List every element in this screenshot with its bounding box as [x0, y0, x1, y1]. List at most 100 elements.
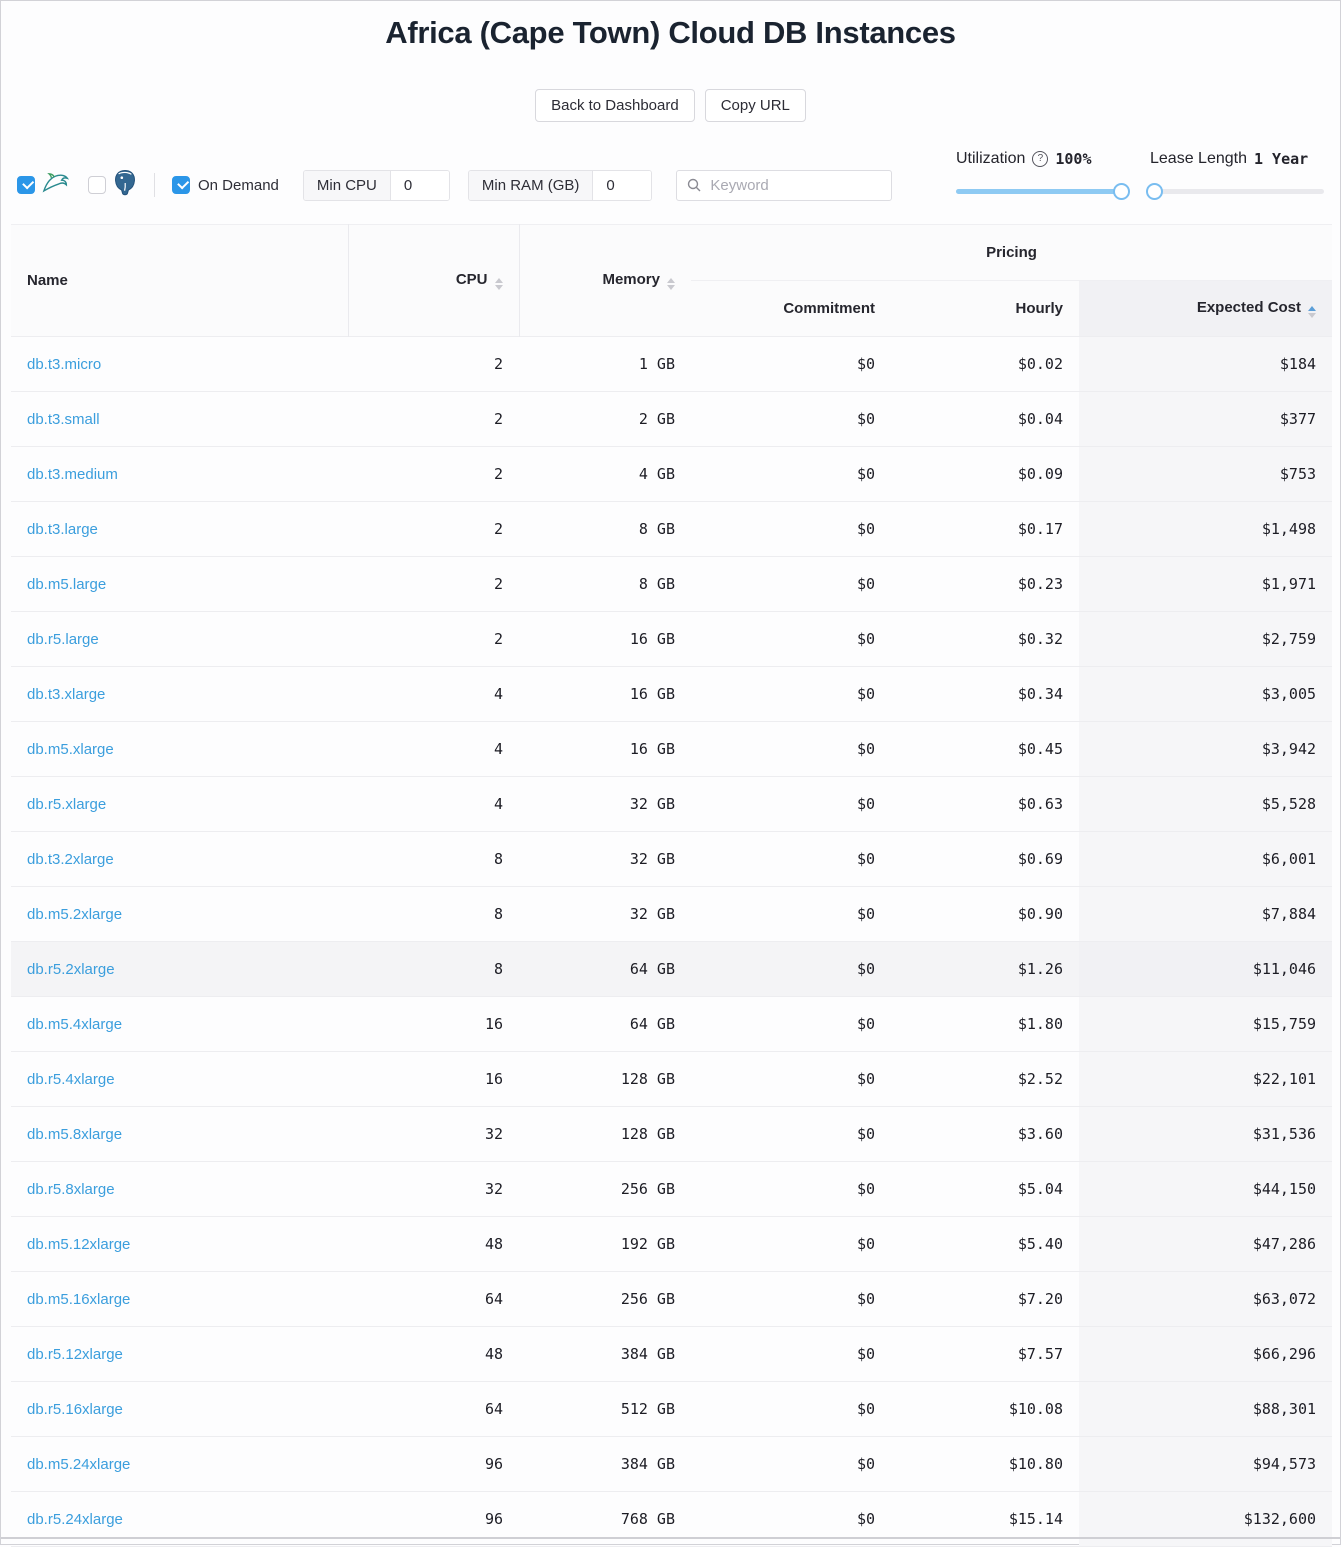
- table-row[interactable]: db.t3.micro 2 1 GB $0 $0.02 $184: [11, 337, 1332, 392]
- table-row[interactable]: db.m5.8xlarge 32 128 GB $0 $3.60 $31,536: [11, 1107, 1332, 1162]
- expected-cost-cell: $94,573: [1079, 1437, 1332, 1492]
- instance-name-link[interactable]: db.r5.large: [11, 612, 348, 667]
- hourly-cell: $0.23: [891, 557, 1079, 612]
- instance-name-link[interactable]: db.t3.2xlarge: [11, 832, 348, 887]
- table-row[interactable]: db.r5.4xlarge 16 128 GB $0 $2.52 $22,101: [11, 1052, 1332, 1107]
- expected-cost-cell: $7,884: [1079, 887, 1332, 942]
- commitment-cell: $0: [691, 722, 891, 777]
- table-row[interactable]: db.t3.medium 2 4 GB $0 $0.09 $753: [11, 447, 1332, 502]
- instance-name-link[interactable]: db.r5.4xlarge: [11, 1052, 348, 1107]
- cpu-cell: 32: [348, 1107, 519, 1162]
- min-cpu-group: Min CPU: [303, 170, 450, 201]
- commitment-cell: $0: [691, 1162, 891, 1217]
- postgresql-checkbox[interactable]: [88, 176, 106, 194]
- column-header-memory[interactable]: Memory: [519, 225, 691, 337]
- column-header-hourly[interactable]: Hourly: [891, 281, 1079, 337]
- hourly-cell: $0.69: [891, 832, 1079, 887]
- instance-name-link[interactable]: db.r5.12xlarge: [11, 1327, 348, 1382]
- table-row[interactable]: db.m5.24xlarge 96 384 GB $0 $10.80 $94,5…: [11, 1437, 1332, 1492]
- instance-name-link[interactable]: db.r5.xlarge: [11, 777, 348, 832]
- cpu-cell: 2: [348, 502, 519, 557]
- sort-icon-cpu[interactable]: [495, 278, 503, 290]
- commitment-cell: $0: [691, 1217, 891, 1272]
- column-header-commitment[interactable]: Commitment: [691, 281, 891, 337]
- top-button-row: Back to Dashboard Copy URL: [1, 89, 1340, 122]
- memory-cell: 64 GB: [519, 997, 691, 1052]
- memory-cell: 8 GB: [519, 502, 691, 557]
- copy-url-button[interactable]: Copy URL: [705, 89, 806, 122]
- instance-name-link[interactable]: db.r5.16xlarge: [11, 1382, 348, 1437]
- keyword-search: [676, 170, 892, 201]
- sort-icon-expected-cost-ascending[interactable]: [1308, 306, 1316, 318]
- instance-name-link[interactable]: db.m5.12xlarge: [11, 1217, 348, 1272]
- commitment-cell: $0: [691, 337, 891, 392]
- memory-cell: 192 GB: [519, 1217, 691, 1272]
- column-header-expected-cost[interactable]: Expected Cost: [1079, 281, 1332, 337]
- keyword-input[interactable]: [708, 176, 881, 195]
- hourly-cell: $7.20: [891, 1272, 1079, 1327]
- table-row[interactable]: db.t3.small 2 2 GB $0 $0.04 $377: [11, 392, 1332, 447]
- table-row[interactable]: db.m5.4xlarge 16 64 GB $0 $1.80 $15,759: [11, 997, 1332, 1052]
- on-demand-label: On Demand: [198, 177, 279, 194]
- instance-name-link[interactable]: db.m5.8xlarge: [11, 1107, 348, 1162]
- instance-name-link[interactable]: db.m5.16xlarge: [11, 1272, 348, 1327]
- hourly-cell: $0.02: [891, 337, 1079, 392]
- expected-cost-cell: $2,759: [1079, 612, 1332, 667]
- instance-name-link[interactable]: db.t3.medium: [11, 447, 348, 502]
- commitment-cell: $0: [691, 1437, 891, 1492]
- on-demand-checkbox[interactable]: [172, 176, 190, 194]
- instance-name-link[interactable]: db.r5.8xlarge: [11, 1162, 348, 1217]
- table-row[interactable]: db.r5.8xlarge 32 256 GB $0 $5.04 $44,150: [11, 1162, 1332, 1217]
- help-icon[interactable]: ?: [1032, 151, 1048, 167]
- table-row[interactable]: db.t3.xlarge 4 16 GB $0 $0.34 $3,005: [11, 667, 1332, 722]
- instance-name-link[interactable]: db.m5.4xlarge: [11, 997, 348, 1052]
- utilization-slider[interactable]: [956, 189, 1126, 194]
- instance-name-link[interactable]: db.m5.24xlarge: [11, 1437, 348, 1492]
- table-row[interactable]: db.m5.large 2 8 GB $0 $0.23 $1,971: [11, 557, 1332, 612]
- instance-name-link[interactable]: db.m5.large: [11, 557, 348, 612]
- sort-icon-memory[interactable]: [667, 278, 675, 290]
- memory-cell: 16 GB: [519, 722, 691, 777]
- memory-cell: 64 GB: [519, 942, 691, 997]
- table-row[interactable]: db.m5.12xlarge 48 192 GB $0 $5.40 $47,28…: [11, 1217, 1332, 1272]
- expected-cost-cell: $47,286: [1079, 1217, 1332, 1272]
- instance-name-link[interactable]: db.t3.xlarge: [11, 667, 348, 722]
- mysql-dolphin-icon: [42, 171, 72, 199]
- table-row[interactable]: db.r5.12xlarge 48 384 GB $0 $7.57 $66,29…: [11, 1327, 1332, 1382]
- lease-length-slider[interactable]: [1150, 189, 1324, 194]
- hourly-cell: $0.09: [891, 447, 1079, 502]
- min-ram-input[interactable]: [593, 171, 651, 200]
- utilization-value: 100%: [1055, 150, 1091, 168]
- instance-name-link[interactable]: db.r5.2xlarge: [11, 942, 348, 997]
- instance-name-link[interactable]: db.m5.2xlarge: [11, 887, 348, 942]
- table-row[interactable]: db.r5.large 2 16 GB $0 $0.32 $2,759: [11, 612, 1332, 667]
- page-bottom-edge: [1, 1537, 1340, 1539]
- column-header-cpu[interactable]: CPU: [348, 225, 519, 337]
- min-cpu-input[interactable]: [391, 171, 449, 200]
- utilization-slider-handle[interactable]: [1113, 183, 1130, 200]
- back-to-dashboard-button[interactable]: Back to Dashboard: [535, 89, 695, 122]
- instance-name-link[interactable]: db.t3.small: [11, 392, 348, 447]
- column-header-name[interactable]: Name: [11, 225, 348, 337]
- table-row[interactable]: db.m5.16xlarge 64 256 GB $0 $7.20 $63,07…: [11, 1272, 1332, 1327]
- lease-length-slider-handle[interactable]: [1146, 183, 1163, 200]
- table-row[interactable]: db.r5.16xlarge 64 512 GB $0 $10.08 $88,3…: [11, 1382, 1332, 1437]
- instance-name-link[interactable]: db.t3.large: [11, 502, 348, 557]
- table-row[interactable]: db.r5.2xlarge 8 64 GB $0 $1.26 $11,046: [11, 942, 1332, 997]
- instance-name-link[interactable]: db.m5.xlarge: [11, 722, 348, 777]
- cpu-cell: 2: [348, 557, 519, 612]
- min-cpu-label: Min CPU: [304, 171, 391, 200]
- table-row[interactable]: db.t3.2xlarge 8 32 GB $0 $0.69 $6,001: [11, 832, 1332, 887]
- instance-name-link[interactable]: db.t3.micro: [11, 337, 348, 392]
- table-row[interactable]: db.t3.large 2 8 GB $0 $0.17 $1,498: [11, 502, 1332, 557]
- commitment-cell: $0: [691, 1107, 891, 1162]
- hourly-cell: $10.80: [891, 1437, 1079, 1492]
- mysql-checkbox[interactable]: [17, 176, 35, 194]
- expected-cost-cell: $66,296: [1079, 1327, 1332, 1382]
- table-row[interactable]: db.m5.xlarge 4 16 GB $0 $0.45 $3,942: [11, 722, 1332, 777]
- expected-cost-cell: $3,942: [1079, 722, 1332, 777]
- expected-cost-cell: $1,971: [1079, 557, 1332, 612]
- table-row[interactable]: db.r5.xlarge 4 32 GB $0 $0.63 $5,528: [11, 777, 1332, 832]
- expected-cost-cell: $88,301: [1079, 1382, 1332, 1437]
- table-row[interactable]: db.m5.2xlarge 8 32 GB $0 $0.90 $7,884: [11, 887, 1332, 942]
